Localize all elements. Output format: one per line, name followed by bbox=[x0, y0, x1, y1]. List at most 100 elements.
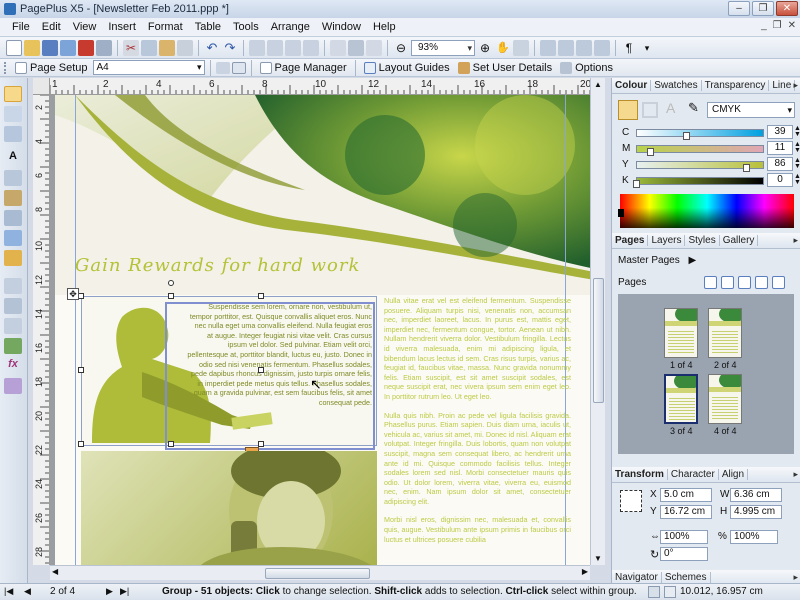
doc-close-icon[interactable]: ✕ bbox=[788, 20, 796, 31]
fill-tool-icon[interactable] bbox=[4, 318, 22, 334]
selection-handle-r[interactable] bbox=[258, 367, 264, 373]
spinner-icon[interactable]: ▲ ▼ bbox=[794, 125, 800, 138]
toolbar-grip[interactable] bbox=[4, 61, 7, 74]
menu-insert[interactable]: Insert bbox=[102, 21, 142, 33]
tab-align[interactable]: Align bbox=[719, 469, 749, 480]
cut-icon[interactable]: ✂ bbox=[123, 39, 139, 56]
copy-icon[interactable] bbox=[141, 39, 157, 56]
duplicate-page-icon[interactable] bbox=[738, 276, 751, 289]
options-button[interactable]: Options bbox=[557, 61, 616, 74]
next-page-icon[interactable]: ▶ bbox=[106, 586, 113, 597]
zoom-in-icon[interactable]: ⊕ bbox=[477, 40, 493, 56]
scroll-up-icon[interactable]: ▲ bbox=[594, 80, 602, 89]
menu-view[interactable]: View bbox=[67, 21, 103, 33]
slider-knob[interactable] bbox=[633, 180, 640, 188]
redo-icon[interactable]: ↷ bbox=[222, 40, 238, 56]
width-field[interactable]: 6.36 cm bbox=[730, 488, 782, 502]
eyedropper-icon[interactable]: ✎ bbox=[688, 100, 699, 116]
ruler-origin[interactable] bbox=[33, 78, 50, 95]
menu-file[interactable]: File bbox=[6, 21, 36, 33]
rotation-field[interactable]: 0° bbox=[660, 547, 708, 561]
panel-menu-icon[interactable]: ▸ bbox=[793, 572, 798, 583]
move-page-icon[interactable] bbox=[755, 276, 768, 289]
menu-table[interactable]: Table bbox=[189, 21, 227, 33]
tab-colour[interactable]: Colour bbox=[612, 80, 652, 91]
rotation-handle[interactable] bbox=[168, 280, 174, 286]
minimize-button[interactable]: – bbox=[728, 1, 750, 16]
y-position-field[interactable]: 16.72 cm bbox=[660, 505, 712, 519]
doc-minimize-icon[interactable]: _ bbox=[761, 20, 767, 31]
rotate-tool-icon[interactable] bbox=[4, 106, 22, 122]
doc-restore-icon[interactable]: ❐ bbox=[773, 20, 782, 31]
view-full-icon[interactable] bbox=[576, 39, 592, 56]
scroll-right-icon[interactable]: ▶ bbox=[582, 567, 588, 576]
last-page-icon[interactable]: ▶| bbox=[120, 586, 129, 597]
text-tool-icon[interactable]: A bbox=[4, 150, 22, 166]
spinner-icon[interactable]: ▲ ▼ bbox=[794, 173, 800, 186]
scale-x-field[interactable]: 100% bbox=[660, 530, 708, 544]
pdf-icon[interactable] bbox=[78, 39, 94, 56]
tab-swatches[interactable]: Swatches bbox=[651, 80, 702, 91]
scale-y-field[interactable]: 100% bbox=[730, 530, 778, 544]
height-field[interactable]: 4.995 cm bbox=[730, 505, 782, 519]
spinner-icon[interactable]: ▲ ▼ bbox=[794, 157, 800, 170]
picture-tool-icon[interactable] bbox=[4, 250, 22, 266]
tab-character[interactable]: Character bbox=[668, 469, 719, 480]
pointer-tool-icon[interactable] bbox=[4, 86, 22, 102]
save-icon[interactable] bbox=[42, 39, 58, 56]
line-tool-icon[interactable] bbox=[4, 298, 22, 314]
slider-y[interactable]: Y 86 ▲ ▼ bbox=[620, 157, 800, 172]
slider-value-field[interactable]: 39 bbox=[767, 125, 793, 139]
selection-handle-t[interactable] bbox=[168, 293, 174, 299]
article-heading[interactable]: Gain Rewards for hard work bbox=[75, 255, 360, 276]
slider-track[interactable] bbox=[636, 177, 764, 185]
view-width-icon[interactable] bbox=[558, 39, 574, 56]
paste-icon[interactable] bbox=[159, 39, 175, 56]
right-text-column[interactable]: Nulla vitae erat vel est eleifend fermen… bbox=[384, 296, 571, 553]
current-page-indicator[interactable]: 2 of 4 bbox=[50, 586, 75, 597]
page-layout-icon[interactable] bbox=[231, 61, 246, 74]
table-tool-icon[interactable] bbox=[4, 230, 22, 246]
ungroup-icon[interactable] bbox=[348, 39, 364, 56]
vertical-scroll-thumb[interactable] bbox=[593, 278, 604, 403]
publish-icon[interactable] bbox=[60, 39, 76, 56]
view-page-icon[interactable] bbox=[540, 39, 556, 56]
pilcrow-icon[interactable]: ¶ bbox=[621, 40, 637, 56]
vertical-scrollbar[interactable]: ▲ ▼ bbox=[590, 78, 605, 565]
send-to-back-icon[interactable] bbox=[267, 39, 283, 56]
tab-styles[interactable]: Styles bbox=[685, 235, 720, 246]
zoom-select[interactable]: 93% bbox=[411, 39, 475, 56]
slider-m[interactable]: M 11 ▲ ▼ bbox=[620, 141, 800, 156]
page-size-select[interactable]: A4 bbox=[92, 60, 205, 75]
group-selection-box[interactable] bbox=[165, 302, 375, 450]
menu-tools[interactable]: Tools bbox=[227, 21, 265, 33]
panel-menu-icon[interactable]: ▸ bbox=[793, 80, 798, 91]
horizontal-scroll-thumb[interactable] bbox=[265, 568, 370, 579]
colour-model-select[interactable]: CMYK bbox=[707, 102, 795, 118]
back-one-icon[interactable] bbox=[303, 39, 319, 56]
panel-menu-icon[interactable]: ▸ bbox=[793, 469, 798, 480]
pencil-tool-icon[interactable] bbox=[4, 170, 22, 186]
tab-pages[interactable]: Pages bbox=[612, 235, 649, 246]
prev-page-icon[interactable]: ◀ bbox=[24, 586, 31, 597]
layout-guides-button[interactable]: Layout Guides bbox=[361, 61, 453, 74]
group-icon[interactable] bbox=[330, 39, 346, 56]
document-workspace[interactable]: Gain Rewards for hard work Suspendisse s… bbox=[50, 95, 605, 565]
formula-tool-icon[interactable]: fx bbox=[4, 358, 22, 374]
zoom-out-icon[interactable]: ⊖ bbox=[393, 40, 409, 56]
paint-tool-icon[interactable] bbox=[4, 190, 22, 206]
format-painter-icon[interactable] bbox=[177, 39, 193, 56]
selection-handle-tr[interactable] bbox=[258, 293, 264, 299]
tab-layers[interactable]: Layers bbox=[648, 235, 686, 246]
tab-schemes[interactable]: Schemes bbox=[662, 572, 711, 583]
menu-format[interactable]: Format bbox=[142, 21, 189, 33]
3d-tool-icon[interactable] bbox=[4, 378, 22, 394]
page-thumbnail-3[interactable] bbox=[664, 374, 698, 424]
page-thumbnail-1[interactable] bbox=[664, 308, 698, 358]
selection-handle-b[interactable] bbox=[168, 441, 174, 447]
colour-spectrum[interactable] bbox=[620, 194, 794, 228]
scroll-left-icon[interactable]: ◀ bbox=[52, 567, 58, 576]
master-pages-row[interactable]: Master Pages ▶ bbox=[618, 255, 696, 266]
menu-arrange[interactable]: Arrange bbox=[265, 21, 316, 33]
move-handle-icon[interactable]: ✥ bbox=[67, 288, 79, 300]
